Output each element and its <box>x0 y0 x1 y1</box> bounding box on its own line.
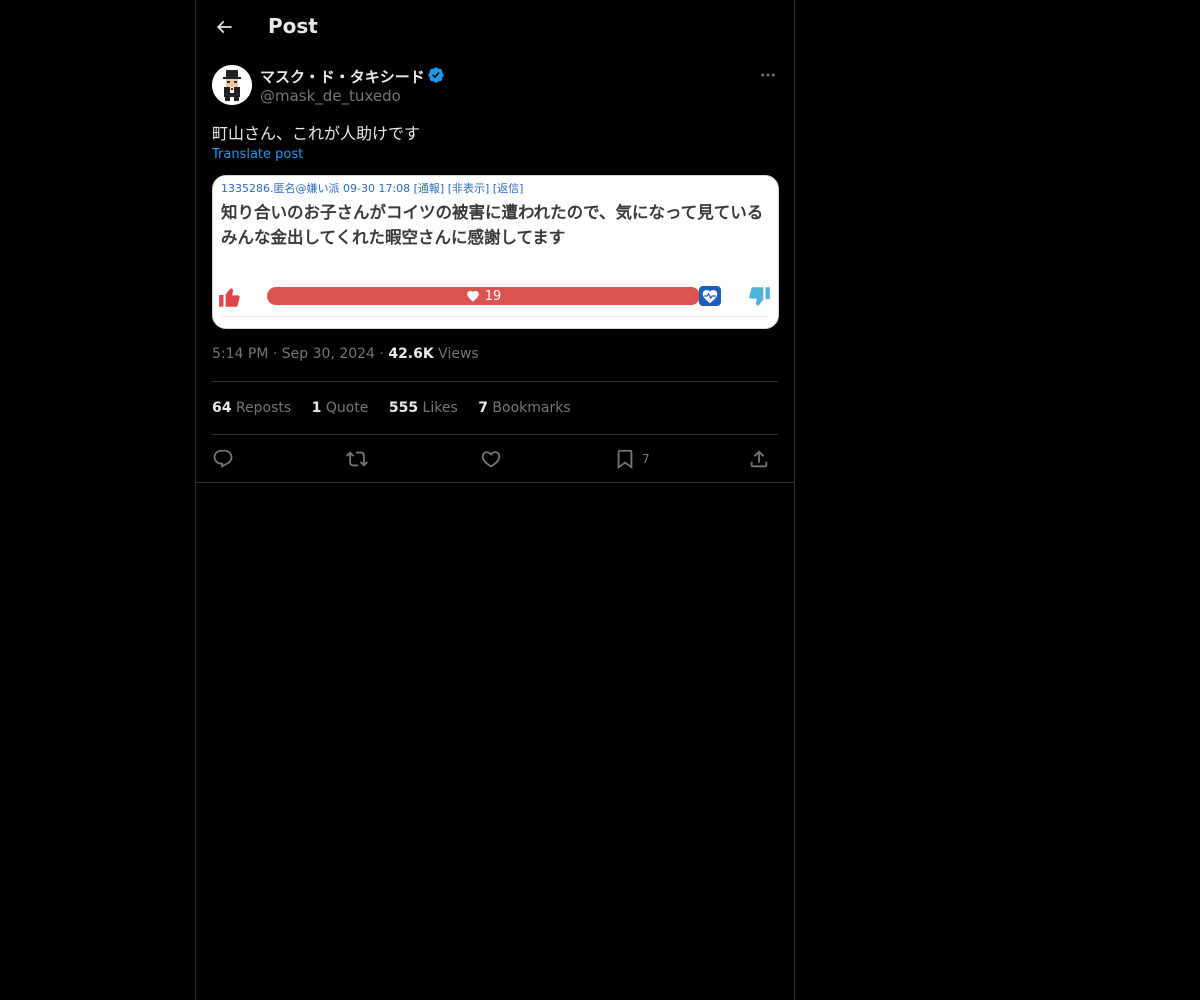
reposts-stat[interactable]: 64 Reposts <box>212 400 291 416</box>
more-options-button[interactable] <box>756 64 780 86</box>
share-icon <box>750 450 768 468</box>
thumbs-down-icon <box>749 287 770 306</box>
arrow-left-icon <box>216 20 232 34</box>
reply-icon <box>213 449 233 468</box>
post-timestamp: 5:14 PM · Sep 30, 2024 · 42.6K Views <box>212 346 479 362</box>
likes-stat[interactable]: 555 Likes <box>389 400 458 416</box>
like-button[interactable] <box>480 446 502 472</box>
divider <box>196 482 794 483</box>
attached-image[interactable]: 1335286.匿名@嫌い派 09-30 17:08 [通報] [非表示] [返… <box>212 175 779 329</box>
page-title: Post <box>268 14 318 38</box>
divider <box>212 434 778 435</box>
thumbs-up-icon <box>219 288 240 307</box>
verified-badge-icon[interactable] <box>427 66 445 84</box>
vote-bar: 19 <box>267 287 700 305</box>
avatar[interactable] <box>212 65 252 105</box>
repost-button[interactable] <box>346 446 368 472</box>
post-date[interactable]: Sep 30, 2024 <box>282 346 375 362</box>
quotes-stat[interactable]: 1 Quote <box>312 400 369 416</box>
post-text: 町山さん、これが人助けです <box>212 124 421 143</box>
views-count: 42.6K <box>388 346 434 362</box>
heart-icon <box>466 290 479 302</box>
views-label: Views <box>438 346 479 362</box>
page-header: Post <box>196 0 794 54</box>
heartbeat-icon <box>699 286 721 306</box>
comment-line-1: 知り合いのお子さんがコイツの被害に遭われたので、気になって見ている <box>221 203 764 222</box>
heart-icon <box>481 451 501 468</box>
bookmarks-stat[interactable]: 7 Bookmarks <box>478 400 570 416</box>
card-divider <box>221 316 769 317</box>
engagement-stats: 64 Reposts 1 Quote 555 Likes 7 Bookmarks <box>212 400 587 416</box>
share-button[interactable] <box>748 446 770 472</box>
divider <box>212 381 778 382</box>
post-column: Post マスク・ド・タキシード @mask_de_tuxedo 町山さん、これ… <box>195 0 795 1000</box>
post-time[interactable]: 5:14 PM <box>212 346 268 362</box>
comment-body: 知り合いのお子さんがコイツの被害に遭われたので、気になって見ている みんな金出し… <box>221 200 769 250</box>
display-name[interactable]: マスク・ド・タキシード <box>260 66 425 87</box>
comment-meta: 1335286.匿名@嫌い派 09-30 17:08 [通報] [非表示] [返… <box>221 182 524 195</box>
pixel-tuxedo-avatar-icon <box>212 65 252 105</box>
vote-count: 19 <box>484 288 502 304</box>
user-handle[interactable]: @mask_de_tuxedo <box>260 87 401 105</box>
action-bar: 7 <box>212 446 778 472</box>
translate-post-link[interactable]: Translate post <box>212 147 303 162</box>
back-button[interactable] <box>210 13 238 41</box>
bookmark-button[interactable]: 7 <box>614 446 650 472</box>
repost-icon <box>346 451 368 467</box>
reply-button[interactable] <box>212 446 234 472</box>
bookmark-icon <box>617 449 633 470</box>
comment-line-2: みんな金出してくれた暇空さんに感謝してます <box>221 228 566 247</box>
more-horizontal-icon <box>761 73 775 77</box>
bookmark-count: 7 <box>642 452 650 466</box>
